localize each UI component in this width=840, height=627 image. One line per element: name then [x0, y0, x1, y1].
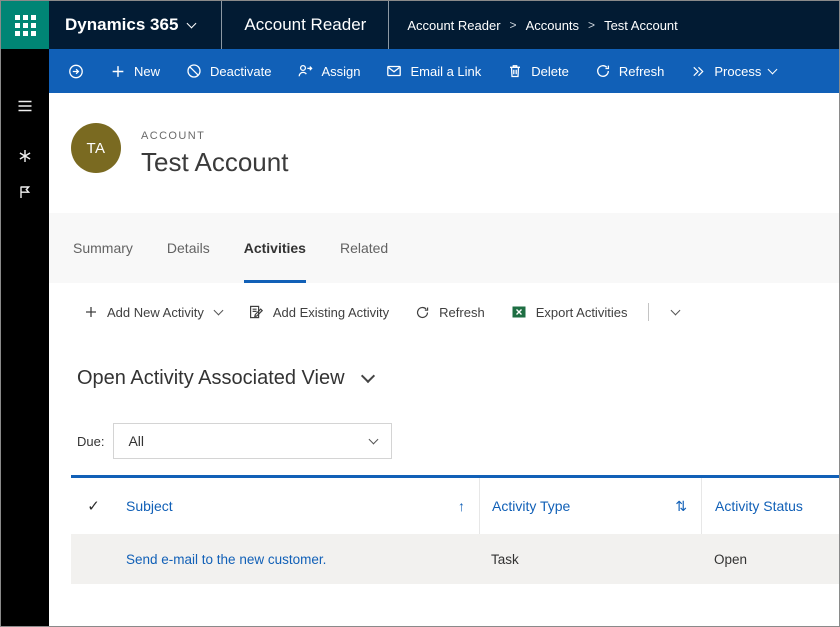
- grid-header: ✓ Subject ↑ Activity Type ⇅ Activity Sta…: [71, 478, 839, 534]
- left-sidebar: [1, 49, 49, 626]
- chevron-down-icon: [187, 18, 197, 28]
- sort-both-icon: ⇅: [675, 498, 687, 515]
- view-selector-button[interactable]: Open Activity Associated View: [49, 341, 839, 397]
- assign-label: Assign: [321, 64, 360, 79]
- record-set-navigator-button[interactable]: [55, 49, 97, 93]
- assign-button[interactable]: Assign: [284, 49, 373, 93]
- app-window: Dynamics 365 Account Reader Account Read…: [0, 0, 840, 627]
- sidebar-item-2[interactable]: [1, 175, 49, 209]
- view-title: Open Activity Associated View: [77, 367, 345, 390]
- avatar: TA: [71, 123, 121, 173]
- dynamics-home-button[interactable]: Dynamics 365: [49, 1, 221, 49]
- excel-icon: [511, 304, 527, 320]
- waffle-icon: [15, 15, 36, 36]
- tab-details[interactable]: Details: [167, 240, 210, 283]
- chevron-down-icon: [369, 434, 379, 444]
- refresh-icon: [415, 305, 430, 320]
- add-new-activity-button[interactable]: Add New Activity: [71, 283, 235, 341]
- delete-icon: [507, 63, 523, 79]
- toolbar-divider: [648, 303, 649, 321]
- brand-label: Dynamics 365: [65, 15, 178, 35]
- command-bar: New Deactivate Assign Email a Link Delet…: [49, 49, 839, 93]
- tab-related[interactable]: Related: [340, 240, 388, 283]
- breadcrumb-separator: >: [510, 18, 517, 32]
- add-existing-activity-button[interactable]: Add Existing Activity: [235, 283, 402, 341]
- flag-icon: [17, 184, 33, 200]
- refresh-icon: [595, 63, 611, 79]
- assign-icon: [297, 63, 313, 79]
- due-filter-select[interactable]: All: [113, 423, 392, 459]
- sort-ascending-icon: ↑: [458, 498, 465, 514]
- export-activities-label: Export Activities: [536, 305, 628, 320]
- column-header-subject[interactable]: Subject ↑: [116, 478, 479, 534]
- due-filter-label: Due:: [77, 434, 113, 449]
- chevron-down-icon: [768, 64, 778, 74]
- record-header-text: ACCOUNT Test Account: [141, 123, 288, 213]
- email-link-button[interactable]: Email a Link: [373, 49, 494, 93]
- new-button[interactable]: New: [97, 49, 173, 93]
- subject-column-label: Subject: [126, 498, 173, 514]
- edit-document-icon: [248, 304, 264, 320]
- tab-activities[interactable]: Activities: [244, 240, 306, 283]
- table-row[interactable]: Send e-mail to the new customer. Task Op…: [71, 534, 839, 584]
- process-label: Process: [714, 64, 761, 79]
- process-button[interactable]: Process: [677, 49, 789, 93]
- asterisk-icon: [17, 148, 33, 164]
- subject-link[interactable]: Send e-mail to the new customer.: [126, 552, 326, 567]
- cell-subject: Send e-mail to the new customer.: [116, 552, 479, 567]
- due-filter-row: Due: All: [77, 423, 839, 459]
- due-filter-value: All: [128, 433, 144, 449]
- record-set-icon: [68, 63, 84, 80]
- refresh-label: Refresh: [619, 64, 665, 79]
- column-header-activity-status[interactable]: Activity Status: [701, 478, 839, 534]
- deactivate-button[interactable]: Deactivate: [173, 49, 284, 93]
- plus-icon: [110, 64, 126, 79]
- deactivate-label: Deactivate: [210, 64, 271, 79]
- refresh-activities-button[interactable]: Refresh: [402, 283, 498, 341]
- chevron-down-icon: [360, 369, 374, 383]
- entity-type-label: ACCOUNT: [141, 130, 288, 142]
- record-header: TA ACCOUNT Test Account: [49, 93, 839, 213]
- cell-activity-type: Task: [479, 552, 701, 567]
- tab-summary[interactable]: Summary: [73, 240, 133, 283]
- add-new-activity-label: Add New Activity: [107, 305, 204, 320]
- new-label: New: [134, 64, 160, 79]
- breadcrumb: Account Reader > Accounts > Test Account: [389, 18, 677, 33]
- export-activities-button[interactable]: Export Activities: [498, 283, 641, 341]
- deactivate-icon: [186, 63, 202, 79]
- cell-activity-status: Open: [701, 552, 839, 567]
- chevron-down-icon: [671, 305, 681, 315]
- checkmark-icon: ✓: [87, 497, 100, 515]
- chevron-down-icon: [213, 305, 223, 315]
- email-link-label: Email a Link: [410, 64, 481, 79]
- breadcrumb-record[interactable]: Test Account: [604, 18, 678, 33]
- toolbar-overflow-button[interactable]: [657, 283, 692, 341]
- email-link-icon: [386, 63, 402, 79]
- sidebar-item-1[interactable]: [1, 139, 49, 173]
- select-all-checkbox[interactable]: ✓: [71, 478, 116, 534]
- app-launcher-button[interactable]: [1, 1, 49, 49]
- breadcrumb-separator: >: [588, 18, 595, 32]
- refresh-activities-label: Refresh: [439, 305, 485, 320]
- activity-status-column-label: Activity Status: [715, 498, 803, 514]
- activity-toolbar: Add New Activity Add Existing Activity R…: [49, 283, 839, 341]
- delete-label: Delete: [531, 64, 569, 79]
- activities-grid: ✓ Subject ↑ Activity Type ⇅ Activity Sta…: [71, 475, 839, 584]
- main-content: New Deactivate Assign Email a Link Delet…: [49, 49, 839, 626]
- tab-strip: Summary Details Activities Related: [49, 213, 839, 283]
- delete-button[interactable]: Delete: [494, 49, 582, 93]
- plus-icon: [84, 305, 98, 319]
- add-existing-activity-label: Add Existing Activity: [273, 305, 389, 320]
- breadcrumb-app[interactable]: Account Reader: [407, 18, 500, 33]
- hamburger-menu-button[interactable]: [1, 89, 49, 123]
- column-header-activity-type[interactable]: Activity Type ⇅: [479, 478, 701, 534]
- process-icon: [690, 64, 706, 79]
- app-title: Account Reader: [222, 15, 388, 35]
- top-nav-bar: Dynamics 365 Account Reader Account Read…: [1, 1, 839, 49]
- breadcrumb-entity[interactable]: Accounts: [526, 18, 579, 33]
- activity-type-column-label: Activity Type: [492, 498, 570, 514]
- hamburger-icon: [16, 97, 34, 115]
- page-title: Test Account: [141, 147, 288, 178]
- refresh-button[interactable]: Refresh: [582, 49, 678, 93]
